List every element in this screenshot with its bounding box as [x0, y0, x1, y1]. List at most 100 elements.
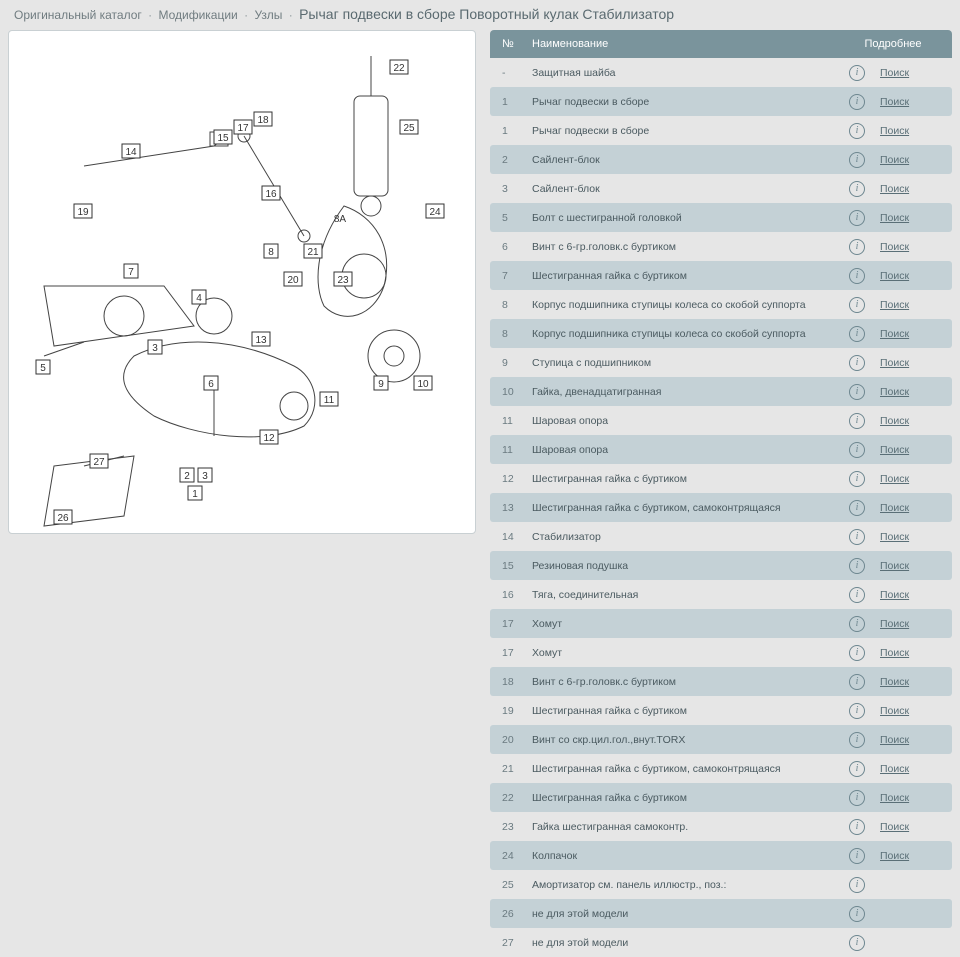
info-icon[interactable]: i	[849, 326, 865, 342]
info-icon[interactable]: i	[849, 529, 865, 545]
info-icon[interactable]: i	[849, 558, 865, 574]
search-link[interactable]: Поиск	[880, 560, 909, 572]
search-link[interactable]: Поиск	[880, 763, 909, 775]
search-link[interactable]: Поиск	[880, 647, 909, 659]
search-link[interactable]: Поиск	[880, 792, 909, 804]
search-link[interactable]: Поиск	[880, 473, 909, 485]
info-icon[interactable]: i	[849, 616, 865, 632]
table-row[interactable]: 7Шестигранная гайка с буртикомiПоиск	[490, 261, 952, 290]
search-link[interactable]: Поиск	[880, 618, 909, 630]
info-icon[interactable]: i	[849, 181, 865, 197]
row-name: Шестигранная гайка с буртиком, самоконтр…	[532, 502, 834, 514]
table-row[interactable]: 12Шестигранная гайка с буртикомiПоиск	[490, 464, 952, 493]
table-row[interactable]: 8Корпус подшипника ступицы колеса со ско…	[490, 319, 952, 348]
info-icon[interactable]: i	[849, 761, 865, 777]
search-link[interactable]: Поиск	[880, 676, 909, 688]
info-icon[interactable]: i	[849, 442, 865, 458]
info-icon[interactable]: i	[849, 935, 865, 951]
info-icon[interactable]: i	[849, 239, 865, 255]
table-row[interactable]: 23Гайка шестигранная самоконтр.iПоиск	[490, 812, 952, 841]
info-icon[interactable]: i	[849, 384, 865, 400]
info-icon[interactable]: i	[849, 500, 865, 516]
search-link[interactable]: Поиск	[880, 821, 909, 833]
info-icon[interactable]: i	[849, 355, 865, 371]
breadcrumb-link-nodes[interactable]: Узлы	[254, 8, 282, 22]
search-link[interactable]: Поиск	[880, 589, 909, 601]
table-row[interactable]: 24КолпачокiПоиск	[490, 841, 952, 870]
table-row[interactable]: 3Сайлент-блокiПоиск	[490, 174, 952, 203]
info-icon[interactable]: i	[849, 268, 865, 284]
search-link[interactable]: Поиск	[880, 357, 909, 369]
search-link[interactable]: Поиск	[880, 241, 909, 253]
search-link[interactable]: Поиск	[880, 850, 909, 862]
table-row[interactable]: 15Резиновая подушкаiПоиск	[490, 551, 952, 580]
info-icon[interactable]: i	[849, 587, 865, 603]
info-icon[interactable]: i	[849, 790, 865, 806]
search-link[interactable]: Поиск	[880, 328, 909, 340]
table-row[interactable]: 18Винт с 6-гр.головк.с буртикомiПоиск	[490, 667, 952, 696]
table-row[interactable]: 9Ступица с подшипникомiПоиск	[490, 348, 952, 377]
search-link[interactable]: Поиск	[880, 705, 909, 717]
breadcrumb-link-catalog[interactable]: Оригинальный каталог	[14, 8, 142, 22]
info-icon[interactable]: i	[849, 674, 865, 690]
table-row[interactable]: 19Шестигранная гайка с буртикомiПоиск	[490, 696, 952, 725]
search-link[interactable]: Поиск	[880, 444, 909, 456]
table-row[interactable]: 21Шестигранная гайка с буртиком, самокон…	[490, 754, 952, 783]
table-row[interactable]: 20Винт со скр.цил.гол.,внут.TORXiПоиск	[490, 725, 952, 754]
info-icon[interactable]: i	[849, 123, 865, 139]
table-row[interactable]: 17ХомутiПоиск	[490, 609, 952, 638]
info-icon[interactable]: i	[849, 210, 865, 226]
info-icon[interactable]: i	[849, 703, 865, 719]
search-link[interactable]: Поиск	[880, 183, 909, 195]
svg-text:1: 1	[192, 489, 198, 500]
search-link[interactable]: Поиск	[880, 502, 909, 514]
info-icon[interactable]: i	[849, 94, 865, 110]
info-icon[interactable]: i	[849, 413, 865, 429]
svg-text:22: 22	[393, 63, 405, 74]
row-info: i	[834, 500, 880, 516]
table-row[interactable]: 6Винт с 6-гр.головк.с буртикомiПоиск	[490, 232, 952, 261]
info-icon[interactable]: i	[849, 906, 865, 922]
search-link[interactable]: Поиск	[880, 299, 909, 311]
table-row[interactable]: 5Болт с шестигранной головкойiПоиск	[490, 203, 952, 232]
diagram-pane[interactable]: 22 25 24 8A 18 17 15 14 16 19 8 21 20 23…	[8, 30, 476, 534]
info-icon[interactable]: i	[849, 645, 865, 661]
breadcrumb-link-modifications[interactable]: Модификации	[158, 8, 237, 22]
table-row[interactable]: 22Шестигранная гайка с буртикомiПоиск	[490, 783, 952, 812]
row-info: i	[834, 906, 880, 922]
table-row[interactable]: 26не для этой моделиi	[490, 899, 952, 928]
table-row[interactable]: -Защитная шайбаiПоиск	[490, 58, 952, 87]
table-row[interactable]: 16Тяга, соединительнаяiПоиск	[490, 580, 952, 609]
table-row[interactable]: 1Рычаг подвески в сбореiПоиск	[490, 87, 952, 116]
search-link[interactable]: Поиск	[880, 125, 909, 137]
info-icon[interactable]: i	[849, 877, 865, 893]
info-icon[interactable]: i	[849, 732, 865, 748]
search-link[interactable]: Поиск	[880, 154, 909, 166]
table-row[interactable]: 8Корпус подшипника ступицы колеса со ско…	[490, 290, 952, 319]
info-icon[interactable]: i	[849, 65, 865, 81]
search-link[interactable]: Поиск	[880, 415, 909, 427]
table-row[interactable]: 17ХомутiПоиск	[490, 638, 952, 667]
info-icon[interactable]: i	[849, 819, 865, 835]
info-icon[interactable]: i	[849, 848, 865, 864]
search-link[interactable]: Поиск	[880, 734, 909, 746]
row-info: i	[834, 819, 880, 835]
table-row[interactable]: 27не для этой моделиi	[490, 928, 952, 957]
search-link[interactable]: Поиск	[880, 212, 909, 224]
table-row[interactable]: 2Сайлент-блокiПоиск	[490, 145, 952, 174]
table-row[interactable]: 1Рычаг подвески в сбореiПоиск	[490, 116, 952, 145]
info-icon[interactable]: i	[849, 297, 865, 313]
search-link[interactable]: Поиск	[880, 67, 909, 79]
info-icon[interactable]: i	[849, 471, 865, 487]
table-row[interactable]: 11Шаровая опораiПоиск	[490, 435, 952, 464]
table-row[interactable]: 25Амортизатор см. панель иллюстр., поз.:…	[490, 870, 952, 899]
table-row[interactable]: 14СтабилизаторiПоиск	[490, 522, 952, 551]
search-link[interactable]: Поиск	[880, 96, 909, 108]
table-row[interactable]: 11Шаровая опораiПоиск	[490, 406, 952, 435]
table-row[interactable]: 10Гайка, двенадцатиграннаяiПоиск	[490, 377, 952, 406]
search-link[interactable]: Поиск	[880, 270, 909, 282]
search-link[interactable]: Поиск	[880, 386, 909, 398]
info-icon[interactable]: i	[849, 152, 865, 168]
search-link[interactable]: Поиск	[880, 531, 909, 543]
table-row[interactable]: 13Шестигранная гайка с буртиком, самокон…	[490, 493, 952, 522]
